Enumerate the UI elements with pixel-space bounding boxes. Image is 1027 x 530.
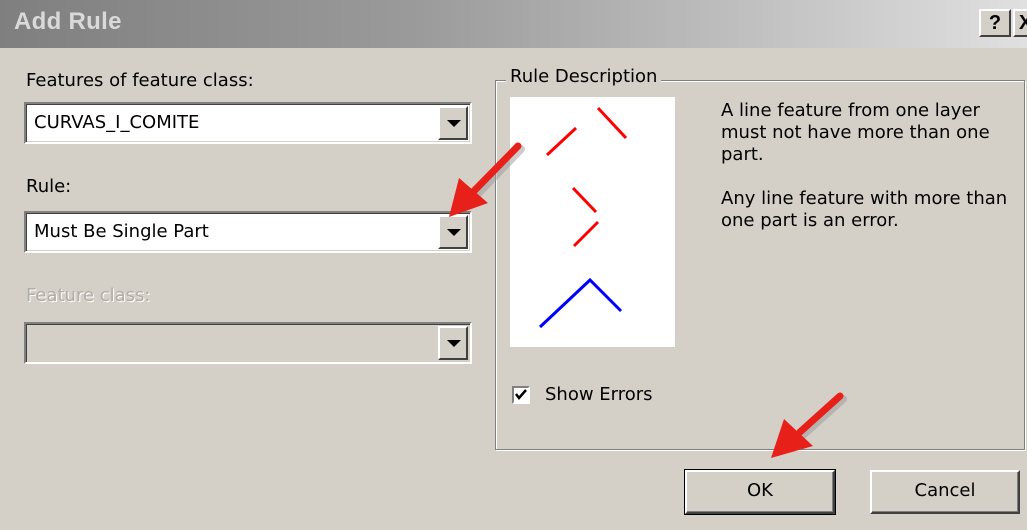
show-errors-checkbox[interactable]: [512, 386, 530, 404]
rule-description-paragraph: Any line feature with more than one part…: [721, 188, 1008, 231]
features-combo[interactable]: CURVAS_I_COMITE: [24, 102, 472, 144]
rule-description-paragraph: A line feature from one layer must not h…: [721, 100, 990, 165]
features-label: Features of feature class:: [26, 70, 254, 91]
rule-preview-image: [510, 97, 675, 347]
rule-dropdown-button[interactable]: [438, 215, 468, 249]
feature-class-combo[interactable]: [24, 322, 472, 364]
rule-value: Must Be Single Part: [34, 221, 209, 242]
feature-class-dropdown-button[interactable]: [438, 326, 468, 360]
error-line-segment: [571, 186, 598, 214]
rule-label: Rule:: [26, 176, 72, 197]
help-button[interactable]: ?: [979, 9, 1011, 37]
rule-description-text: A line feature from one layer must not h…: [721, 100, 1011, 254]
feature-class-label: Feature class:: [26, 285, 151, 306]
title-bar: Add Rule ? X: [0, 0, 1027, 48]
valid-line: [538, 277, 623, 329]
error-line-segment: [596, 106, 628, 140]
rule-preview-svg: [538, 106, 628, 329]
error-line-segment: [545, 126, 578, 157]
features-dropdown-button[interactable]: [438, 106, 468, 140]
rule-description-title: Rule Description: [506, 66, 662, 87]
window-title: Add Rule: [14, 8, 122, 35]
checkmark-icon: [515, 389, 527, 400]
show-errors-label[interactable]: Show Errors: [545, 384, 653, 405]
ok-button[interactable]: OK: [684, 469, 836, 515]
rule-combo[interactable]: Must Be Single Part: [24, 211, 472, 253]
cancel-button[interactable]: Cancel: [870, 470, 1020, 514]
error-line-segment: [572, 220, 600, 248]
features-value: CURVAS_I_COMITE: [34, 112, 200, 133]
close-button[interactable]: X: [1013, 9, 1027, 37]
